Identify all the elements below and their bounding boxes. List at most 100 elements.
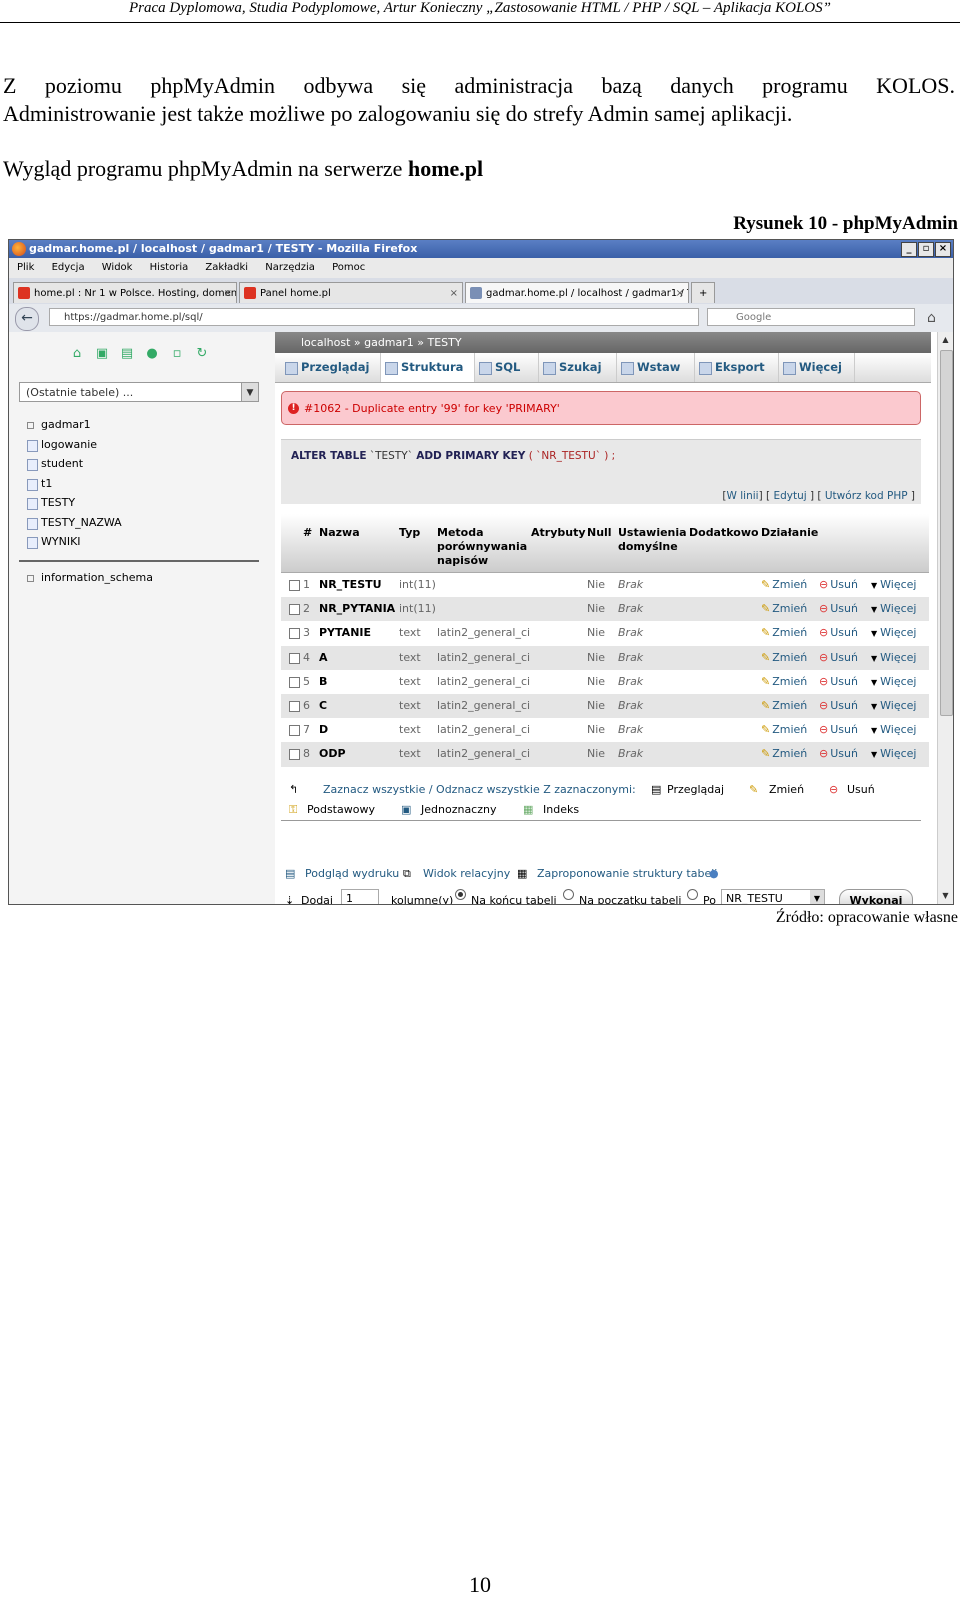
home-icon[interactable]: ⌂: [69, 346, 85, 362]
tree-table[interactable]: t1: [19, 474, 259, 494]
row-more-link[interactable]: Więcej: [871, 694, 916, 719]
inline-link[interactable]: W linii: [727, 490, 759, 502]
row-delete-link[interactable]: Usuń: [819, 718, 858, 742]
row-checkbox[interactable]: [289, 749, 300, 761]
bulk-delete-button[interactable]: Usuń: [847, 780, 875, 800]
vertical-scrollbar[interactable]: ▲ ▼: [937, 332, 953, 904]
tab-szukaj[interactable]: Szukaj: [539, 353, 617, 382]
menu-edycja[interactable]: Edycja: [52, 262, 85, 273]
row-edit-link[interactable]: Zmień: [761, 742, 807, 766]
logout-icon[interactable]: ▣: [94, 346, 110, 362]
row-more-link[interactable]: Więcej: [871, 670, 916, 695]
row-checkbox[interactable]: [289, 628, 300, 640]
help-icon[interactable]: ●: [709, 862, 719, 886]
bulk-browse-button[interactable]: Przeglądaj: [667, 780, 724, 800]
tree-table[interactable]: student: [19, 454, 259, 474]
row-checkbox[interactable]: [289, 652, 300, 664]
row-more-link[interactable]: Więcej: [871, 646, 916, 671]
row-more-link[interactable]: Więcej: [871, 597, 916, 622]
row-checkbox[interactable]: [289, 604, 300, 616]
menu-pomoc[interactable]: Pomoc: [332, 262, 365, 273]
menu-zakladki[interactable]: Zakładki: [205, 262, 248, 273]
row-delete-link[interactable]: Usuń: [819, 670, 858, 694]
row-delete-link[interactable]: Usuń: [819, 646, 858, 670]
row-checkbox[interactable]: [289, 725, 300, 737]
relation-view-link[interactable]: Widok relacyjny: [423, 862, 510, 886]
breadcrumb[interactable]: localhost » gadmar1 » TESTY: [275, 332, 931, 353]
row-edit-link[interactable]: Zmień: [761, 694, 807, 718]
tree-table[interactable]: TESTY_NAZWA: [19, 513, 259, 533]
row-more-link[interactable]: Więcej: [871, 621, 916, 646]
tab-wiecej[interactable]: Więcej: [779, 353, 855, 382]
row-checkbox[interactable]: [289, 676, 300, 688]
row-more-link[interactable]: Więcej: [871, 718, 916, 743]
col-name[interactable]: Nazwa: [319, 526, 360, 540]
minimize-icon[interactable]: _: [901, 242, 917, 257]
address-bar[interactable]: https://gadmar.home.pl/sql/: [49, 308, 699, 326]
tree-db-gadmar1[interactable]: gadmar1: [19, 415, 259, 435]
tab-eksport[interactable]: Eksport: [695, 353, 779, 382]
tree-table[interactable]: logowanie: [19, 435, 259, 455]
scroll-down-icon[interactable]: ▼: [940, 890, 951, 902]
docs-icon[interactable]: ●: [144, 346, 160, 362]
home-icon[interactable]: ⌂: [927, 310, 936, 326]
close-icon[interactable]: ×: [935, 242, 951, 257]
copy-icon[interactable]: ▫: [169, 346, 185, 362]
bulk-primary-button[interactable]: Podstawowy: [307, 800, 375, 820]
search-box[interactable]: Google: [707, 308, 915, 326]
menu-historia[interactable]: Historia: [150, 262, 189, 273]
row-delete-link[interactable]: Usuń: [819, 694, 858, 718]
row-checkbox[interactable]: [289, 580, 300, 591]
radio-after[interactable]: [687, 889, 698, 900]
tab-close-icon[interactable]: ×: [450, 283, 458, 303]
browser-tab-home[interactable]: home.pl : Nr 1 w Polsce. Hosting, domen.…: [13, 282, 237, 303]
browser-tab-pma[interactable]: gadmar.home.pl / localhost / gadmar1 / T…: [465, 282, 689, 303]
row-delete-link[interactable]: Usuń: [819, 597, 858, 621]
tab-struktura[interactable]: Struktura: [381, 353, 475, 382]
menu-widok[interactable]: Widok: [102, 262, 133, 273]
row-edit-link[interactable]: Zmień: [761, 597, 807, 621]
after-column-select[interactable]: NR_TESTU: [721, 889, 825, 904]
add-count-input[interactable]: 1: [341, 889, 379, 904]
row-edit-link[interactable]: Zmień: [761, 573, 807, 597]
reload-icon[interactable]: ↻: [194, 346, 210, 362]
row-more-link[interactable]: Więcej: [871, 573, 916, 598]
query-window-icon[interactable]: ▤: [119, 346, 135, 362]
browser-tab-panel[interactable]: Panel home.pl ×: [239, 282, 463, 303]
scroll-up-icon[interactable]: ▲: [940, 334, 951, 346]
row-edit-link[interactable]: Zmień: [761, 718, 807, 742]
propose-structure-link[interactable]: Zaproponowanie struktury tabeli: [537, 862, 717, 886]
row-edit-link[interactable]: Zmień: [761, 646, 807, 670]
row-delete-link[interactable]: Usuń: [819, 621, 858, 645]
row-edit-link[interactable]: Zmień: [761, 670, 807, 694]
tab-close-icon[interactable]: ×: [676, 283, 684, 303]
tab-przegladaj[interactable]: Przeglądaj: [281, 353, 381, 382]
menu-plik[interactable]: Plik: [17, 262, 34, 273]
recent-tables-select[interactable]: (Ostatnie tabele) ... ▼: [19, 382, 259, 402]
menu-narzedzia[interactable]: Narzędzia: [265, 262, 315, 273]
maximize-icon[interactable]: ▫: [918, 242, 934, 257]
bulk-edit-button[interactable]: Zmień: [769, 780, 804, 800]
tree-table[interactable]: TESTY: [19, 493, 259, 513]
tree-db-information-schema[interactable]: information_schema: [19, 568, 259, 588]
tree-table[interactable]: WYNIKI: [19, 532, 259, 552]
row-edit-link[interactable]: Zmień: [761, 621, 807, 645]
scrollbar-thumb[interactable]: [940, 350, 953, 716]
row-checkbox[interactable]: [289, 700, 300, 712]
edit-link[interactable]: Edytuj: [773, 490, 806, 502]
new-tab-button[interactable]: +: [691, 282, 715, 303]
bulk-unique-button[interactable]: Jednoznaczny: [421, 800, 497, 820]
php-code-link[interactable]: Utwórz kod PHP: [825, 490, 908, 502]
row-delete-link[interactable]: Usuń: [819, 573, 858, 597]
radio-at-end[interactable]: [455, 889, 466, 900]
row-more-link[interactable]: Więcej: [871, 742, 916, 767]
check-all-link[interactable]: Zaznacz wszystkie / Odznacz wszystkie Z …: [323, 780, 636, 800]
print-view-link[interactable]: Podgląd wydruku: [305, 862, 399, 886]
bulk-index-button[interactable]: Indeks: [543, 800, 579, 820]
tab-sql[interactable]: SQL: [475, 353, 539, 382]
tab-wstaw[interactable]: Wstaw: [617, 353, 695, 382]
radio-at-beginning[interactable]: [563, 889, 574, 900]
row-delete-link[interactable]: Usuń: [819, 742, 858, 766]
go-button[interactable]: Wykonaj: [839, 889, 913, 904]
tab-close-icon[interactable]: ×: [224, 283, 232, 303]
